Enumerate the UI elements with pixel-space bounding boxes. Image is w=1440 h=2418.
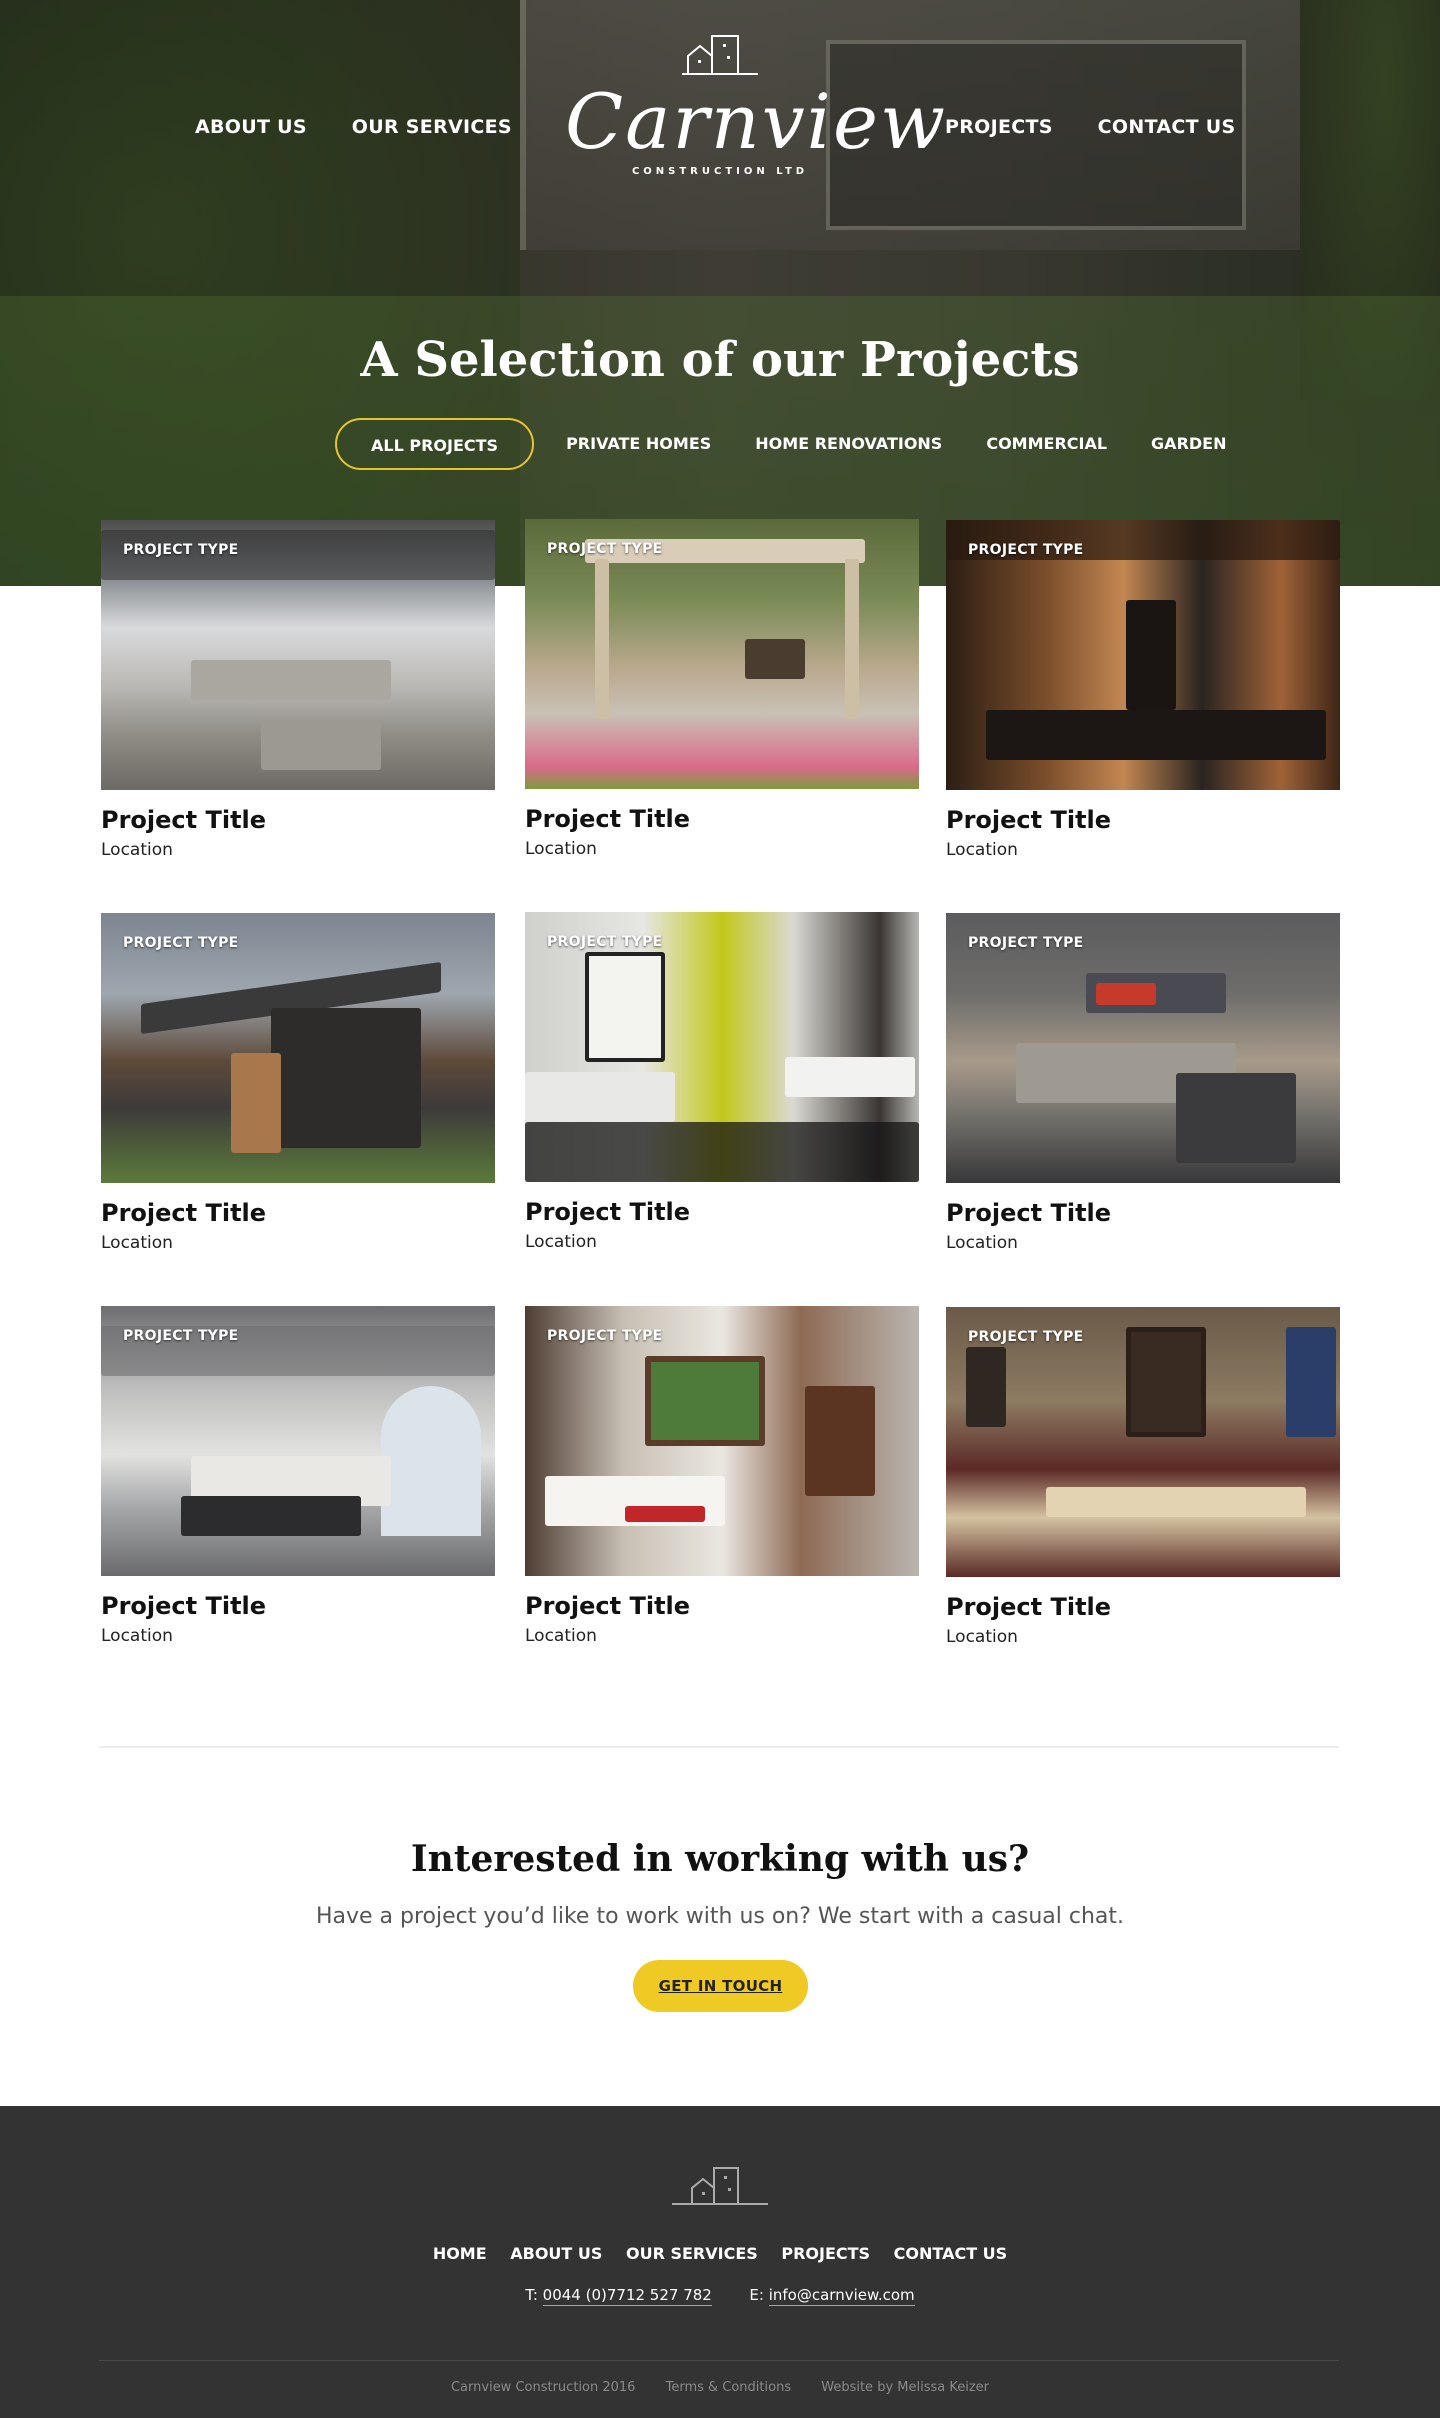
project-title[interactable]: Project Title xyxy=(525,1198,919,1226)
page-title: A Selection of our Projects xyxy=(360,332,1080,388)
project-image[interactable]: PROJECT TYPE xyxy=(101,913,495,1183)
project-card[interactable]: PROJECT TYPE Project Title Location xyxy=(101,913,495,1253)
credit-link[interactable]: Website by Melissa Keizer xyxy=(821,2380,989,2395)
project-card[interactable]: PROJECT TYPE Project Title Location xyxy=(946,913,1340,1253)
project-location: Location xyxy=(946,1233,1018,1253)
main-nav-right: PROJECTS CONTACT US xyxy=(945,116,1274,138)
project-location: Location xyxy=(525,839,597,859)
phone-label: T: xyxy=(525,2286,538,2304)
filter-garden[interactable]: GARDEN xyxy=(1129,418,1248,470)
site-logo[interactable]: Carnview CONSTRUCTION LTD xyxy=(565,30,948,200)
footer-contact: T: 0044 (0)7712 527 782 E: info@carnview… xyxy=(0,2286,1440,2306)
project-image[interactable]: PROJECT TYPE xyxy=(525,1306,919,1576)
project-title[interactable]: Project Title xyxy=(946,806,1340,834)
project-type-label: PROJECT TYPE xyxy=(547,1328,663,1344)
filter-commercial[interactable]: COMMERCIAL xyxy=(964,418,1129,470)
logo-subtitle: CONSTRUCTION LTD xyxy=(631,166,809,177)
phone-link[interactable]: 0044 (0)7712 527 782 xyxy=(542,2286,712,2306)
project-image[interactable]: PROJECT TYPE xyxy=(946,1307,1340,1577)
project-location: Location xyxy=(946,1627,1018,1647)
terms-link[interactable]: Terms & Conditions xyxy=(666,2380,792,2395)
footer-divider xyxy=(99,2360,1339,2361)
project-image[interactable]: PROJECT TYPE xyxy=(525,519,919,789)
project-location: Location xyxy=(101,1626,173,1646)
project-location: Location xyxy=(101,840,173,860)
get-in-touch-button[interactable]: GET IN TOUCH xyxy=(633,1960,808,2012)
project-type-label: PROJECT TYPE xyxy=(547,541,663,557)
project-card[interactable]: PROJECT TYPE Project Title Location xyxy=(946,520,1340,860)
project-location: Location xyxy=(946,840,1018,860)
site-footer: HOME ABOUT US OUR SERVICES PROJECTS CONT… xyxy=(0,2106,1440,2418)
email-label: E: xyxy=(749,2286,764,2304)
project-image[interactable]: PROJECT TYPE xyxy=(101,520,495,790)
project-title[interactable]: Project Title xyxy=(946,1199,1340,1227)
hero-section: ABOUT US OUR SERVICES Carnview CONSTRUCT… xyxy=(0,0,1440,586)
logo-wordmark: Carnview xyxy=(565,77,948,166)
email-link[interactable]: info@carnview.com xyxy=(768,2286,915,2306)
project-type-label: PROJECT TYPE xyxy=(123,542,239,558)
cta-title: Interested in working with us? xyxy=(410,1838,1030,1880)
project-image[interactable]: PROJECT TYPE xyxy=(101,1306,495,1576)
footer-nav-our-services[interactable]: OUR SERVICES xyxy=(626,2244,758,2263)
project-type-label: PROJECT TYPE xyxy=(547,934,663,950)
project-type-label: PROJECT TYPE xyxy=(123,935,239,951)
project-title[interactable]: Project Title xyxy=(101,1199,495,1227)
project-title[interactable]: Project Title xyxy=(946,1593,1340,1621)
project-location: Location xyxy=(101,1233,173,1253)
filter-home-renovations[interactable]: HOME RENOVATIONS xyxy=(733,418,964,470)
copyright-text: Carnview Construction 2016 xyxy=(450,2380,636,2395)
project-card[interactable]: PROJECT TYPE Project Title Location xyxy=(101,1306,495,1646)
project-card[interactable]: PROJECT TYPE Project Title Location xyxy=(101,520,495,860)
nav-projects[interactable]: PROJECTS xyxy=(945,116,1053,138)
footer-nav-home[interactable]: HOME xyxy=(433,2244,487,2263)
filter-private-homes[interactable]: PRIVATE HOMES xyxy=(544,418,733,470)
nav-our-services[interactable]: OUR SERVICES xyxy=(352,116,512,138)
project-image[interactable]: PROJECT TYPE xyxy=(946,913,1340,1183)
project-type-label: PROJECT TYPE xyxy=(968,542,1084,558)
project-card[interactable]: PROJECT TYPE Project Title Location xyxy=(525,519,919,859)
project-title[interactable]: Project Title xyxy=(101,1592,495,1620)
footer-nav-projects[interactable]: PROJECTS xyxy=(781,2244,870,2263)
project-type-label: PROJECT TYPE xyxy=(968,1329,1084,1345)
house-logo-icon xyxy=(672,2167,768,2205)
nav-contact-us[interactable]: CONTACT US xyxy=(1098,116,1236,138)
project-card[interactable]: PROJECT TYPE Project Title Location xyxy=(525,1306,919,1646)
project-location: Location xyxy=(525,1232,597,1252)
project-filter-tabs: ALL PROJECTS PRIVATE HOMES HOME RENOVATI… xyxy=(335,418,1248,470)
project-title[interactable]: Project Title xyxy=(101,806,495,834)
section-divider xyxy=(99,1746,1339,1748)
footer-nav-about-us[interactable]: ABOUT US xyxy=(510,2244,602,2263)
house-logo-icon xyxy=(682,35,758,75)
project-title[interactable]: Project Title xyxy=(525,1592,919,1620)
project-image[interactable]: PROJECT TYPE xyxy=(946,520,1340,790)
project-type-label: PROJECT TYPE xyxy=(968,935,1084,951)
project-card[interactable]: PROJECT TYPE Project Title Location xyxy=(946,1307,1340,1647)
cta-subtitle: Have a project you’d like to work with u… xyxy=(315,1904,1124,1929)
main-nav-left: ABOUT US OUR SERVICES xyxy=(195,116,550,138)
project-location: Location xyxy=(525,1626,597,1646)
footer-nav: HOME ABOUT US OUR SERVICES PROJECTS CONT… xyxy=(0,2244,1440,2263)
project-image[interactable]: PROJECT TYPE xyxy=(525,912,919,1182)
footer-nav-contact-us[interactable]: CONTACT US xyxy=(894,2244,1008,2263)
project-type-label: PROJECT TYPE xyxy=(123,1328,239,1344)
project-title[interactable]: Project Title xyxy=(525,805,919,833)
footer-bottom-bar: Carnview Construction 2016 Terms & Condi… xyxy=(0,2380,1440,2395)
nav-about-us[interactable]: ABOUT US xyxy=(195,116,307,138)
project-card[interactable]: PROJECT TYPE Project Title Location xyxy=(525,912,919,1252)
filter-all-projects[interactable]: ALL PROJECTS xyxy=(335,418,535,470)
